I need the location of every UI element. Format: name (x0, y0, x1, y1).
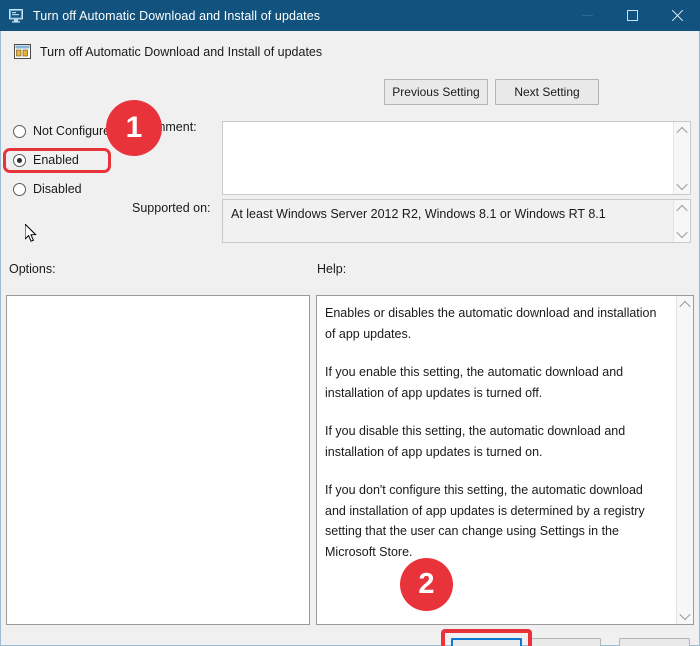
chevron-up-icon (676, 204, 688, 216)
setting-header: Turn off Automatic Download and Install … (14, 43, 322, 60)
radio-not-configured-label: Not Configured (33, 124, 118, 138)
help-paragraph: If you don't configure this setting, the… (325, 483, 645, 559)
supported-on-value: At least Windows Server 2012 R2, Windows… (231, 207, 606, 221)
minimize-button[interactable] (565, 0, 610, 31)
cancel-button[interactable]: Cancel (530, 638, 601, 646)
radio-not-configured[interactable]: Not Configured (13, 122, 117, 140)
comment-scrollbar[interactable] (673, 122, 690, 194)
supported-scroll-down-button[interactable] (674, 225, 690, 242)
comment-input[interactable] (222, 121, 691, 195)
options-label: Options: (9, 262, 56, 276)
radio-enabled-mark (13, 153, 26, 167)
help-paragraph: If you enable this setting, the automati… (325, 365, 624, 400)
close-button[interactable] (655, 0, 700, 31)
comment-scroll-up-button[interactable] (674, 122, 690, 139)
maximize-icon (627, 10, 638, 21)
previous-setting-button[interactable]: Previous Setting (384, 79, 488, 105)
chevron-up-icon (679, 300, 691, 312)
step-badge-1: 1 (106, 100, 162, 156)
supported-scroll-up-button[interactable] (674, 200, 690, 217)
policy-setting-icon (14, 43, 31, 60)
help-panel[interactable]: Enables or disables the automatic downlo… (316, 295, 694, 625)
help-scrollbar[interactable] (676, 296, 693, 624)
supported-on-label: Supported on: (132, 201, 211, 215)
ok-button[interactable]: OK (451, 638, 522, 646)
help-text: Enables or disables the automatic downlo… (325, 303, 665, 562)
window-controls (565, 0, 700, 31)
radio-disabled-label: Disabled (33, 182, 82, 196)
window-title: Turn off Automatic Download and Install … (33, 8, 321, 23)
chevron-down-icon (676, 178, 688, 190)
apply-button[interactable]: Apply (619, 638, 690, 646)
help-scroll-up-button[interactable] (677, 296, 693, 313)
radio-disabled-mark (13, 182, 26, 196)
radio-enabled[interactable]: Enabled (13, 151, 79, 169)
chevron-down-icon (679, 608, 691, 620)
title-bar: Turn off Automatic Download and Install … (0, 0, 700, 31)
help-paragraph: If you disable this setting, the automat… (325, 424, 626, 459)
help-scroll-down-button[interactable] (677, 607, 693, 624)
radio-enabled-label: Enabled (33, 153, 79, 167)
supported-on-field[interactable]: At least Windows Server 2012 R2, Windows… (222, 199, 691, 243)
comment-scroll-down-button[interactable] (674, 177, 690, 194)
policy-setting-dialog: Turn off Automatic Download and Install … (0, 0, 700, 646)
maximize-button[interactable] (610, 0, 655, 31)
radio-disabled[interactable]: Disabled (13, 180, 82, 198)
next-setting-button[interactable]: Next Setting (495, 79, 599, 105)
monitor-policy-icon (9, 8, 25, 24)
close-icon (671, 9, 684, 22)
setting-title: Turn off Automatic Download and Install … (40, 44, 323, 59)
options-panel[interactable] (6, 295, 310, 625)
radio-not-configured-mark (13, 124, 26, 138)
chevron-up-icon (676, 126, 688, 138)
help-paragraph: Enables or disables the automatic downlo… (325, 306, 657, 341)
step-badge-2: 2 (400, 558, 453, 611)
help-label: Help: (317, 262, 347, 276)
supported-scrollbar[interactable] (673, 200, 690, 242)
chevron-down-icon (676, 226, 688, 238)
dialog-body: Turn off Automatic Download and Install … (0, 31, 700, 646)
minimize-icon (582, 15, 593, 16)
